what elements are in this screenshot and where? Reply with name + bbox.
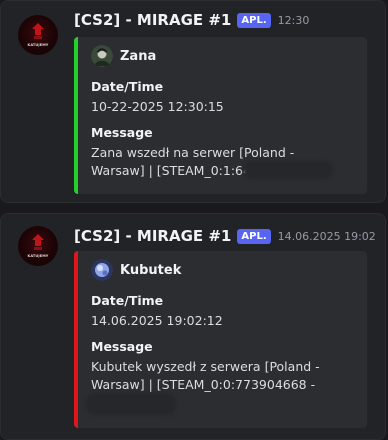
app-badge: APL.	[237, 12, 271, 28]
redaction-blur	[243, 161, 333, 179]
embed-card: Zana Date/Time 10-22-2025 12:30:15 Messa…	[74, 37, 367, 194]
logo-icon	[32, 234, 44, 250]
message-header: [CS2] - MIRAGE #1 APL. 12:30	[74, 11, 309, 29]
redaction-blur	[86, 393, 176, 415]
logo-icon	[32, 23, 44, 39]
embed-author-name: Kubutek	[120, 262, 182, 278]
field-value-message: Kubutek wyszedł z serwera [Poland - Wars…	[91, 359, 320, 392]
app-badge: APL.	[237, 228, 271, 244]
field-label-datetime: Date/Time	[91, 79, 164, 94]
server-avatar[interactable]: KATUJEMY	[18, 15, 58, 55]
message-header: [CS2] - MIRAGE #1 APL. 14.06.2025 19:02	[74, 227, 376, 245]
player-avatar-icon	[91, 259, 113, 281]
field-label-message: Message	[91, 339, 153, 354]
embed-card: Kubutek Date/Time 14.06.2025 19:02:12 Me…	[74, 251, 367, 428]
sender-name[interactable]: [CS2] - MIRAGE #1	[74, 227, 231, 245]
field-label-datetime: Date/Time	[91, 293, 164, 308]
field-label-message: Message	[91, 125, 153, 140]
embed-author-name: Zana	[120, 48, 157, 64]
avatar-logo-text: KATUJEMY	[27, 43, 49, 47]
player-avatar-icon	[91, 45, 113, 67]
avatar-logo-text: KATUJEMY	[27, 254, 49, 258]
server-avatar[interactable]: KATUJEMY	[18, 226, 58, 266]
sender-name[interactable]: [CS2] - MIRAGE #1	[74, 11, 231, 29]
embed-author: Kubutek	[91, 259, 181, 281]
embed-author: Zana	[91, 45, 156, 67]
field-value-datetime: 14.06.2025 19:02:12	[91, 313, 223, 328]
field-value-datetime: 10-22-2025 12:30:15	[91, 99, 224, 114]
timestamp[interactable]: 14.06.2025 19:02	[278, 230, 376, 243]
timestamp[interactable]: 12:30	[278, 14, 310, 27]
